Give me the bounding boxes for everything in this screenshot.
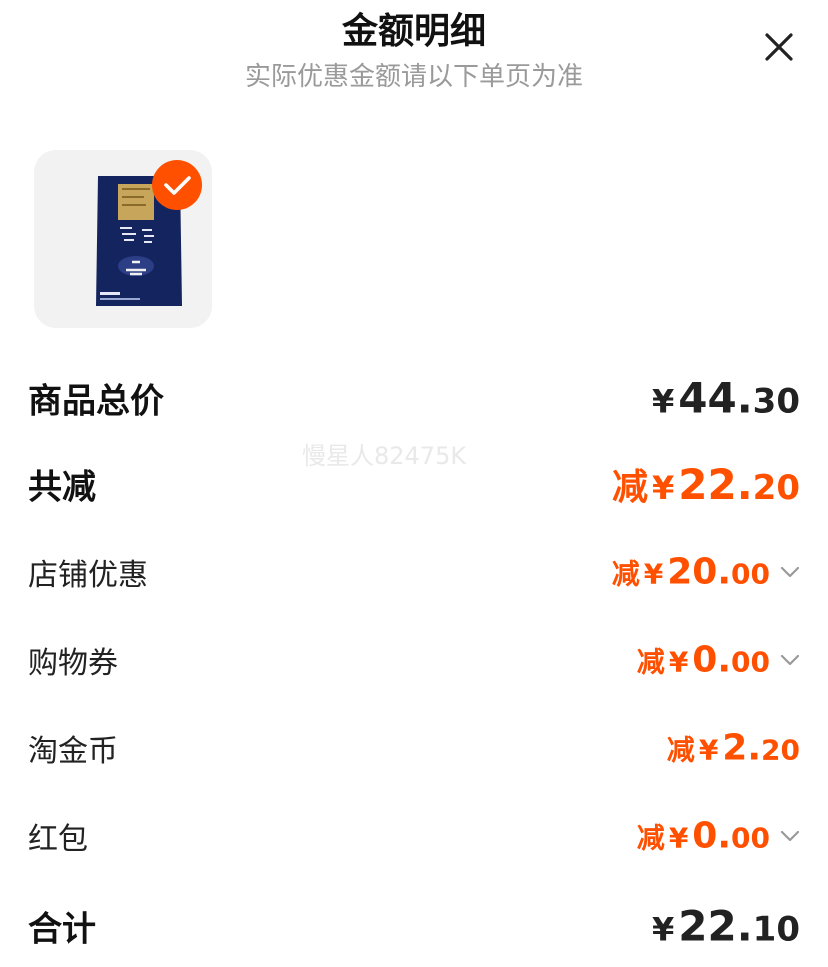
red-packet-amount: 减 ¥ 0. 00 [636,815,770,857]
chevron-down-icon[interactable] [778,824,802,848]
page-title: 金额明细 [341,11,486,52]
shop-discount-amount: 减 ¥ 20. 00 [611,551,770,593]
total-price-amount: ¥ 44. 30 [652,373,800,423]
selected-check-badge[interactable] [152,160,202,210]
chevron-down-icon[interactable] [778,560,802,584]
taojin-coin-label: 淘金币 [28,734,118,769]
sum-label: 合计 [28,909,96,950]
check-icon [164,176,191,195]
red-packet-row[interactable]: 红包 减 ¥ 0. 00 [0,806,828,866]
header: 金额明细 实际优惠金额请以下单页为准 [0,0,828,110]
sum-row: 合计 ¥ 22. 10 [0,896,828,956]
coupon-amount: 减 ¥ 0. 00 [636,639,770,681]
page-subtitle: 实际优惠金额请以下单页为准 [244,62,583,92]
total-price-row: 商品总价 ¥ 44. 30 [0,368,828,428]
total-price-label: 商品总价 [28,381,164,422]
close-button[interactable] [756,24,802,70]
coupon-row[interactable]: 购物券 减 ¥ 0. 00 [0,630,828,690]
taojin-coin-amount: 减 ¥ 2. 20 [666,727,800,769]
taojin-coin-row: 淘金币 减 ¥ 2. 20 [0,718,828,778]
sum-amount: ¥ 22. 10 [652,901,800,951]
total-discount-row: 共减 减 ¥ 22. 20 [0,454,828,514]
shop-discount-label: 店铺优惠 [28,558,148,593]
red-packet-label: 红包 [28,822,88,857]
close-icon [765,33,793,61]
total-discount-amount: 减 ¥ 22. 20 [611,460,800,509]
total-discount-label: 共减 [28,467,96,508]
shop-discount-row[interactable]: 店铺优惠 减 ¥ 20. 00 [0,542,828,602]
chevron-down-icon[interactable] [778,648,802,672]
coupon-label: 购物券 [28,646,118,681]
